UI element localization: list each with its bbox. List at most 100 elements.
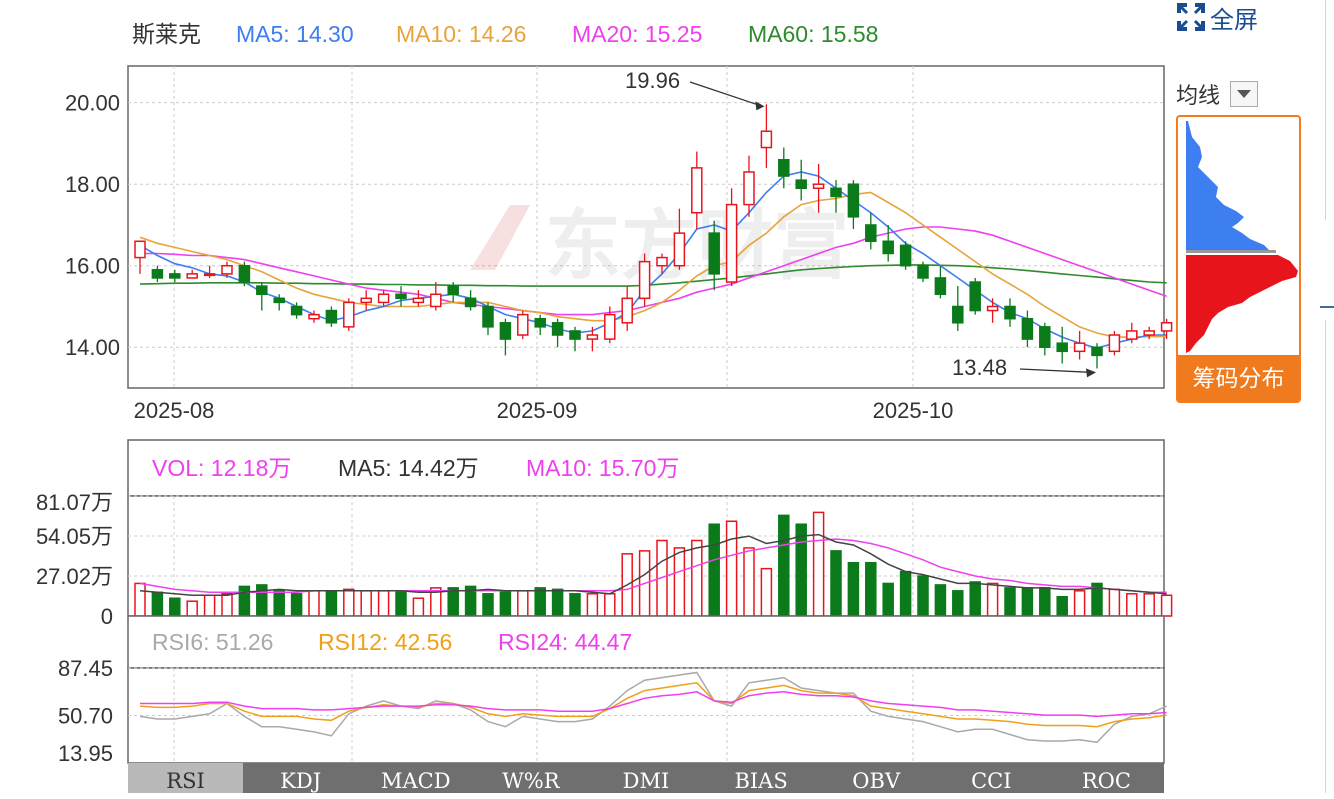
- stock-name: 斯莱克: [132, 21, 201, 47]
- volume-bar-down: [952, 590, 964, 617]
- candle-up: [1160, 322, 1173, 332]
- volume-bar-up: [760, 567, 773, 617]
- tab-bias[interactable]: BIAS: [704, 763, 819, 793]
- volume-bar-up: [308, 590, 320, 617]
- volume-bar-down: [969, 581, 981, 617]
- candle-up: [725, 203, 738, 283]
- ma-dropdown-button[interactable]: [1230, 81, 1259, 107]
- candle-down: [830, 187, 842, 198]
- tab-dmi[interactable]: DMI: [588, 763, 703, 793]
- volume-y-tick: 0: [101, 604, 113, 629]
- volume-bar-up: [203, 594, 216, 617]
- volume-bar-down: [708, 523, 720, 617]
- ma-select: 均线: [1176, 78, 1259, 110]
- side-divider: [1325, 0, 1326, 220]
- volume-bar-down: [325, 590, 338, 617]
- candle-down: [325, 309, 338, 324]
- tab-cci[interactable]: CCI: [934, 763, 1049, 793]
- volume-bar-down: [273, 590, 285, 617]
- chip-distribution-widget[interactable]: 筹码分布: [1176, 115, 1301, 403]
- volume-bar-down: [238, 585, 251, 617]
- tab-obv[interactable]: OBV: [819, 763, 934, 793]
- candle-down: [395, 293, 407, 300]
- price-y-tick: 14.00: [65, 335, 120, 360]
- stock-chart: 斯莱克 MA5: 14.30 MA10: 14.26 MA20: 15.25 M…: [36, 21, 1173, 766]
- price-y-tick: 18.00: [65, 172, 120, 197]
- volume-bar-down: [569, 593, 581, 617]
- candle-down: [917, 264, 929, 279]
- ma10-legend: MA10: 14.26: [396, 21, 526, 47]
- volume-bar-down: [899, 570, 912, 617]
- chip-distribution-graphic: [1186, 121, 1298, 353]
- candle-down: [847, 183, 860, 218]
- candle-up: [134, 240, 146, 259]
- rsi-y-tick: 50.70: [58, 704, 113, 729]
- volume-bar-down: [882, 582, 894, 617]
- volume-bar-up: [360, 590, 372, 617]
- tab-roc[interactable]: ROC: [1049, 763, 1164, 793]
- candle-up: [430, 293, 442, 308]
- volume-bar-up: [725, 520, 738, 617]
- candle-down: [551, 322, 564, 336]
- candle-up: [203, 273, 216, 277]
- fullscreen-button[interactable]: 全屏: [1176, 0, 1258, 34]
- candle-down: [569, 330, 581, 340]
- candle-up: [377, 293, 390, 304]
- chip-distribution-button[interactable]: 筹码分布: [1178, 355, 1299, 401]
- tab-wr[interactable]: W%R: [473, 763, 588, 793]
- candle-up: [586, 334, 599, 340]
- rsi6-legend: RSI6: 51.26: [152, 629, 273, 655]
- ma20-legend: MA20: 15.25: [572, 21, 702, 47]
- candle-down: [1091, 346, 1103, 357]
- date-x-tick: 2025-08: [134, 398, 215, 423]
- candle-down: [899, 244, 912, 267]
- volume-bar-up: [186, 600, 198, 617]
- candle-up: [656, 256, 668, 267]
- volume-bar-up: [412, 597, 425, 617]
- vol-ma5-legend: MA5: 14.42万: [338, 455, 479, 481]
- volume-bar-down: [1039, 587, 1051, 617]
- tab-rsi[interactable]: RSI: [128, 763, 244, 793]
- volume-bar-up: [517, 590, 529, 617]
- volume-bar-up: [377, 590, 390, 617]
- volume-bar-up: [586, 593, 599, 617]
- volume-bar-up: [343, 588, 355, 617]
- candle-up: [517, 313, 529, 336]
- volume-bar-down: [1004, 587, 1016, 617]
- rsi-legend: RSI6: 51.26 RSI12: 42.56 RSI24: 44.47: [152, 629, 632, 655]
- volume-bar-up: [1073, 590, 1086, 617]
- candle-down: [934, 277, 947, 296]
- volume-bar-up: [221, 593, 233, 617]
- volume-bar-down: [395, 591, 407, 617]
- volume-bar-down: [447, 587, 459, 617]
- tab-kdj[interactable]: KDJ: [243, 763, 358, 793]
- side-divider-lower: [1325, 320, 1326, 793]
- candle-down: [1021, 317, 1034, 340]
- date-x-axis: 2025-08 2025-09 2025-10: [134, 398, 954, 423]
- vol-legend: VOL: 12.18万: [152, 455, 291, 481]
- rsi24-legend: RSI24: 44.47: [498, 629, 632, 655]
- rsi-legend-box: [127, 615, 1165, 669]
- volume-bar-down: [1021, 587, 1034, 617]
- candle-down: [708, 232, 720, 275]
- price-y-tick: 16.00: [65, 254, 120, 279]
- volume-bar-down: [499, 591, 512, 617]
- tab-macd[interactable]: MACD: [358, 763, 473, 793]
- candle-up: [812, 183, 825, 190]
- candle-up: [1073, 342, 1086, 353]
- expand-icon: [1177, 3, 1205, 31]
- rsi-y-tick: 87.45: [58, 656, 113, 681]
- volume-bar-down: [551, 588, 564, 617]
- candle-up: [343, 301, 355, 328]
- volume-bar-down: [1056, 596, 1068, 617]
- fullscreen-label: 全屏: [1210, 6, 1258, 34]
- candle-up: [360, 297, 372, 304]
- ma60-legend: MA60: 15.58: [748, 21, 878, 47]
- candle-down: [882, 240, 894, 255]
- candle-up: [1126, 330, 1138, 340]
- vol-ma10-legend: MA10: 15.70万: [526, 455, 679, 481]
- candle-up: [638, 260, 651, 300]
- volume-y-tick: 81.07万: [36, 490, 113, 515]
- volume-y-axis: 81.07万 54.05万 27.02万 0: [36, 490, 113, 629]
- volume-bar-down: [830, 550, 842, 617]
